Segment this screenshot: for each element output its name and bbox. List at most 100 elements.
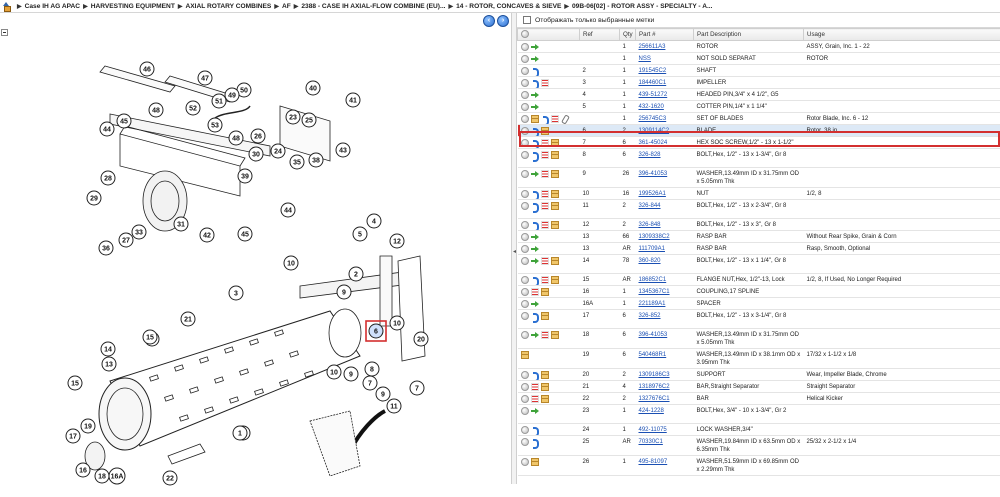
package-icon[interactable] bbox=[551, 170, 559, 178]
list-icon[interactable] bbox=[541, 79, 549, 87]
select-radio-icon[interactable] bbox=[521, 55, 529, 63]
cell-part-number[interactable]: 199526A1 bbox=[636, 188, 694, 200]
header-part-number[interactable]: Part # bbox=[636, 29, 694, 41]
cell-part-number-text[interactable]: 424-1228 bbox=[639, 408, 664, 414]
list-icon[interactable] bbox=[541, 276, 549, 284]
cell-part-number[interactable]: 1318976C2 bbox=[636, 381, 694, 393]
cell-part-number[interactable]: 256611A3 bbox=[636, 41, 694, 53]
table-row[interactable]: 1256745C3SET OF BLADESRotor Blade, Inc. … bbox=[518, 113, 1000, 125]
callout-44[interactable]: 44 bbox=[281, 203, 295, 217]
callout-53[interactable]: 53 bbox=[208, 118, 222, 132]
list-icon[interactable] bbox=[551, 115, 559, 123]
arrow-right-icon[interactable] bbox=[531, 407, 539, 415]
callout-4[interactable]: 4 bbox=[367, 214, 381, 228]
cell-part-number-text[interactable]: 256745C3 bbox=[639, 116, 667, 122]
table-row[interactable]: 16A1221189A1SPACER bbox=[518, 298, 1000, 310]
cell-part-number-text[interactable]: 396-41053 bbox=[639, 171, 668, 177]
arrow-right-icon[interactable] bbox=[531, 245, 539, 253]
package-icon[interactable] bbox=[551, 139, 559, 147]
cell-part-number[interactable]: 396-41053 bbox=[636, 168, 694, 188]
callout-23[interactable]: 23 bbox=[286, 110, 300, 124]
cell-part-number[interactable]: 540468R1 bbox=[636, 349, 694, 369]
return-arrow-icon[interactable] bbox=[531, 371, 539, 379]
table-row[interactable]: 51432-1620COTTER PIN,1/4" x 1 1/4" bbox=[518, 101, 1000, 113]
callout-12[interactable]: 12 bbox=[390, 234, 404, 248]
cell-part-number-text[interactable]: 326-828 bbox=[639, 152, 661, 158]
table-row[interactable]: 186396-41053WASHER,13.49mm ID x 31.75mm … bbox=[518, 329, 1000, 349]
cell-part-number[interactable]: 424-1228 bbox=[636, 405, 694, 424]
cell-part-number-text[interactable]: 186852C1 bbox=[639, 277, 667, 283]
return-arrow-icon[interactable] bbox=[531, 221, 539, 229]
cell-part-number-text[interactable]: 256611A3 bbox=[639, 44, 666, 50]
table-row[interactable]: 122326-848BOLT,Hex, 1/2" - 13 x 3", Gr 8 bbox=[518, 219, 1000, 231]
callout-46[interactable]: 46 bbox=[140, 62, 154, 76]
cell-part-number-text[interactable]: 439-51272 bbox=[639, 92, 668, 98]
return-arrow-icon[interactable] bbox=[531, 67, 539, 75]
cell-part-number-text[interactable]: 184460C1 bbox=[639, 80, 667, 86]
package-icon[interactable] bbox=[551, 202, 559, 210]
table-row[interactable]: 31184460C1IMPELLER bbox=[518, 77, 1000, 89]
callout-44[interactable]: 44 bbox=[100, 122, 114, 136]
callout-7[interactable]: 7 bbox=[363, 376, 377, 390]
callout-9[interactable]: 9 bbox=[344, 367, 358, 381]
select-radio-icon[interactable] bbox=[521, 257, 529, 265]
package-icon[interactable] bbox=[551, 257, 559, 265]
callout-25[interactable]: 25 bbox=[302, 113, 316, 127]
table-row[interactable]: 1NSSNOT SOLD SEPARATROTOR bbox=[518, 53, 1000, 65]
table-row[interactable]: 13661309338C2RASP BARWithout Rear Spike,… bbox=[518, 231, 1000, 243]
callout-51[interactable]: 51 bbox=[212, 94, 226, 108]
cell-part-number-text[interactable]: 326-844 bbox=[639, 203, 661, 209]
package-icon[interactable] bbox=[531, 115, 539, 123]
callout-22[interactable]: 22 bbox=[163, 471, 177, 485]
select-radio-icon[interactable] bbox=[521, 79, 529, 87]
callout-7[interactable]: 7 bbox=[410, 381, 424, 395]
list-icon[interactable] bbox=[531, 395, 539, 403]
select-radio-icon[interactable] bbox=[521, 395, 529, 403]
header-usage[interactable]: Usage bbox=[804, 29, 1000, 41]
cell-part-number[interactable]: 1309186C3 bbox=[636, 369, 694, 381]
breadcrumb-item[interactable]: ▶Case IH AG APAC bbox=[14, 3, 80, 10]
table-row[interactable]: 926396-41053WASHER,13.49mm ID x 31.75mm … bbox=[518, 168, 1000, 188]
select-radio-icon[interactable] bbox=[521, 276, 529, 284]
callout-29[interactable]: 29 bbox=[87, 191, 101, 205]
callout-3[interactable]: 3 bbox=[229, 286, 243, 300]
package-icon[interactable] bbox=[551, 151, 559, 159]
breadcrumb-item[interactable]: ▶14 - ROTOR, CONCAVES & SIEVE bbox=[445, 3, 561, 10]
package-icon[interactable] bbox=[541, 127, 549, 135]
cell-part-number[interactable]: 361-45024 bbox=[636, 137, 694, 149]
cell-part-number-text[interactable]: 396-41053 bbox=[639, 332, 668, 338]
package-icon[interactable] bbox=[531, 458, 539, 466]
select-radio-icon[interactable] bbox=[521, 407, 529, 415]
cell-part-number-text[interactable]: 1309338C2 bbox=[639, 234, 670, 240]
cell-part-number[interactable]: 1327676C1 bbox=[636, 393, 694, 405]
table-row[interactable]: 176326-852BOLT,Hex, 1/2" - 13 x 3-1/4", … bbox=[518, 310, 1000, 329]
list-icon[interactable] bbox=[541, 202, 549, 210]
cell-part-number[interactable]: 1309114C2 bbox=[636, 125, 694, 137]
callout-11[interactable]: 11 bbox=[387, 399, 401, 413]
select-radio-icon[interactable] bbox=[521, 67, 529, 75]
cell-part-number-text[interactable]: 1327676C1 bbox=[639, 396, 670, 402]
package-icon[interactable] bbox=[541, 395, 549, 403]
select-radio-icon[interactable] bbox=[521, 190, 529, 198]
return-arrow-icon[interactable] bbox=[531, 139, 539, 147]
select-radio-icon[interactable] bbox=[521, 458, 529, 466]
callout-9[interactable]: 9 bbox=[337, 285, 351, 299]
select-all-icon[interactable] bbox=[521, 30, 529, 38]
select-radio-icon[interactable] bbox=[521, 91, 529, 99]
select-radio-icon[interactable] bbox=[521, 383, 529, 391]
select-radio-icon[interactable] bbox=[521, 202, 529, 210]
return-arrow-icon[interactable] bbox=[531, 438, 539, 446]
breadcrumb-item[interactable]: ▶HARVESTING EQUIPMENT bbox=[80, 3, 175, 10]
select-radio-icon[interactable] bbox=[521, 103, 529, 111]
callout-42[interactable]: 42 bbox=[200, 228, 214, 242]
return-arrow-icon[interactable] bbox=[531, 426, 539, 434]
package-icon[interactable] bbox=[551, 331, 559, 339]
table-row[interactable]: 13AR111709A1RASP BARRasp, Smooth, Option… bbox=[518, 243, 1000, 255]
list-icon[interactable] bbox=[531, 383, 539, 391]
return-arrow-icon[interactable] bbox=[531, 202, 539, 210]
select-radio-icon[interactable] bbox=[521, 438, 529, 446]
table-row[interactable]: 86326-828BOLT,Hex, 1/2" - 13 x 1-3/4", G… bbox=[518, 149, 1000, 168]
list-icon[interactable] bbox=[541, 221, 549, 229]
callout-10[interactable]: 10 bbox=[390, 316, 404, 330]
callout-48[interactable]: 48 bbox=[149, 103, 163, 117]
